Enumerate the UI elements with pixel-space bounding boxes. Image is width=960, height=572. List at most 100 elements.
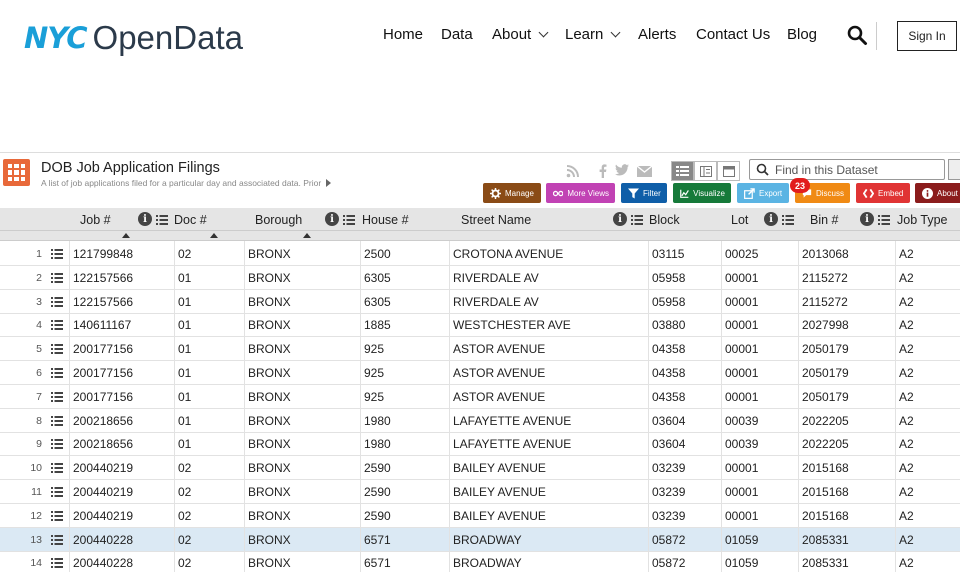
- cell-street-name[interactable]: CROTONA AVENUE: [453, 242, 563, 266]
- cell-bin-number[interactable]: 2015168: [802, 456, 849, 480]
- column-info-icon[interactable]: i: [138, 212, 152, 226]
- column-header-job-type[interactable]: Job Type: [897, 208, 948, 231]
- cell-lot[interactable]: 01059: [725, 528, 758, 552]
- search-icon[interactable]: [846, 24, 868, 46]
- column-info-icon[interactable]: i: [325, 212, 339, 226]
- table-row[interactable]: 5 200177156 01 BRONX 925 ASTOR AVENUE 04358 000…: [0, 337, 960, 362]
- cell-lot[interactable]: 00001: [725, 361, 758, 385]
- cell-block[interactable]: 05872: [652, 551, 685, 572]
- cell-lot[interactable]: 00001: [725, 313, 758, 337]
- cell-block[interactable]: 04358: [652, 337, 685, 361]
- cell-job-number[interactable]: 121799848: [73, 242, 133, 266]
- cell-bin-number[interactable]: 2085331: [802, 551, 849, 572]
- nyc-opendata-logo[interactable]: NYC OpenData: [24, 18, 243, 58]
- column-menu-icon[interactable]: [631, 213, 643, 225]
- cell-doc-number[interactable]: 02: [178, 242, 191, 266]
- cell-borough[interactable]: BRONX: [248, 313, 291, 337]
- sort-caret-icon[interactable]: [303, 233, 311, 238]
- table-row[interactable]: 2 122157566 01 BRONX 6305 RIVERDALE AV 05958 00…: [0, 266, 960, 290]
- cell-house-number[interactable]: 2590: [364, 456, 391, 480]
- cell-job-number[interactable]: 200440219: [73, 504, 133, 528]
- cell-borough[interactable]: BRONX: [248, 385, 291, 409]
- nav-blog[interactable]: Blog: [787, 26, 817, 43]
- cell-doc-number[interactable]: 01: [178, 290, 191, 314]
- cell-borough[interactable]: BRONX: [248, 361, 291, 385]
- twitter-icon[interactable]: [615, 164, 629, 176]
- cell-doc-number[interactable]: 02: [178, 456, 191, 480]
- table-row[interactable]: 3 122157566 01 BRONX 6305 RIVERDALE AV 05958 00…: [0, 290, 960, 314]
- table-row[interactable]: 4 140611167 01 BRONX 1885 WESTCHESTER AVE 0388…: [0, 313, 960, 338]
- cell-job-number[interactable]: 200177156: [73, 385, 133, 409]
- manage-button[interactable]: Manage: [483, 183, 541, 203]
- cell-bin-number[interactable]: 2115272: [802, 266, 848, 290]
- row-menu-icon[interactable]: [51, 319, 63, 331]
- cell-borough[interactable]: BRONX: [248, 504, 291, 528]
- cell-borough[interactable]: BRONX: [248, 290, 291, 314]
- cell-block[interactable]: 03115: [652, 242, 684, 266]
- table-row[interactable]: 10 200440219 02 BRONX 2590 BAILEY AVENUE 03239…: [0, 456, 960, 481]
- cell-lot[interactable]: 00001: [725, 337, 758, 361]
- table-row[interactable]: 6 200177156 01 BRONX 925 ASTOR AVENUE 04358 000…: [0, 361, 960, 385]
- cell-house-number[interactable]: 925: [364, 361, 384, 385]
- cell-house-number[interactable]: 2500: [364, 242, 391, 266]
- cell-street-name[interactable]: BROADWAY: [453, 551, 522, 572]
- cell-job-type[interactable]: A2: [899, 337, 914, 361]
- cell-job-type[interactable]: A2: [899, 432, 914, 456]
- expand-description-icon[interactable]: [326, 179, 332, 187]
- cell-doc-number[interactable]: 01: [178, 361, 191, 385]
- visualize-button[interactable]: Visualize: [673, 183, 731, 203]
- cell-job-number[interactable]: 200218656: [73, 432, 133, 456]
- cell-lot[interactable]: 00001: [725, 504, 758, 528]
- cell-doc-number[interactable]: 01: [178, 266, 191, 290]
- cell-street-name[interactable]: WESTCHESTER AVE: [453, 313, 571, 337]
- cell-doc-number[interactable]: 02: [178, 480, 191, 504]
- cell-bin-number[interactable]: 2015168: [802, 480, 849, 504]
- cell-job-type[interactable]: A2: [899, 385, 914, 409]
- cell-street-name[interactable]: BAILEY AVENUE: [453, 504, 546, 528]
- cell-borough[interactable]: BRONX: [248, 432, 291, 456]
- cell-job-type[interactable]: A2: [899, 480, 914, 504]
- column-menu-icon[interactable]: [782, 213, 794, 225]
- cell-job-type[interactable]: A2: [899, 361, 914, 385]
- cell-job-number[interactable]: 200440228: [73, 528, 133, 552]
- cell-bin-number[interactable]: 2022205: [802, 432, 849, 456]
- row-menu-icon[interactable]: [51, 391, 63, 403]
- cell-bin-number[interactable]: 2050179: [802, 385, 849, 409]
- cell-house-number[interactable]: 1885: [364, 313, 391, 337]
- cell-block[interactable]: 03880: [652, 313, 685, 337]
- cell-street-name[interactable]: ASTOR AVENUE: [453, 385, 545, 409]
- cell-job-type[interactable]: A2: [899, 504, 914, 528]
- card-view-button[interactable]: [694, 161, 717, 181]
- cell-bin-number[interactable]: 2085331: [802, 528, 849, 552]
- table-row[interactable]: 9 200218656 01 BRONX 1980 LAFAYETTE AVENUE 036…: [0, 432, 960, 457]
- table-row[interactable]: 11 200440219 02 BRONX 2590 BAILEY AVENUE 03239…: [0, 480, 960, 504]
- cell-job-number[interactable]: 200440219: [73, 480, 133, 504]
- cell-bin-number[interactable]: 2115272: [802, 290, 848, 314]
- cell-job-type[interactable]: A2: [899, 409, 914, 433]
- column-info-icon[interactable]: i: [860, 212, 874, 226]
- cell-doc-number[interactable]: 01: [178, 432, 191, 456]
- row-menu-icon[interactable]: [51, 272, 63, 284]
- cell-house-number[interactable]: 925: [364, 337, 384, 361]
- cell-job-number[interactable]: 140611167: [73, 313, 131, 337]
- cell-lot[interactable]: 00039: [725, 432, 758, 456]
- cell-block[interactable]: 03239: [652, 456, 685, 480]
- table-row[interactable]: 1 121799848 02 BRONX 2500 CROTONA AVENUE 03115…: [0, 242, 960, 266]
- cell-borough[interactable]: BRONX: [248, 242, 291, 266]
- cell-lot[interactable]: 00001: [725, 290, 758, 314]
- cell-doc-number[interactable]: 01: [178, 313, 191, 337]
- cell-job-number[interactable]: 200177156: [73, 361, 133, 385]
- row-menu-icon[interactable]: [51, 367, 63, 379]
- row-menu-icon[interactable]: [51, 462, 63, 474]
- cell-lot[interactable]: 00001: [725, 266, 758, 290]
- cell-street-name[interactable]: BROADWAY: [453, 528, 522, 552]
- cell-borough[interactable]: BRONX: [248, 409, 291, 433]
- cell-lot[interactable]: 00039: [725, 409, 758, 433]
- table-row[interactable]: 13 200440228 02 BRONX 6571 BROADWAY 05872 01059…: [0, 527, 960, 552]
- cell-doc-number[interactable]: 02: [178, 551, 191, 572]
- cell-block[interactable]: 05958: [652, 290, 685, 314]
- cell-job-number[interactable]: 200218656: [73, 409, 133, 433]
- table-row[interactable]: 14 200440228 02 BRONX 6571 BROADWAY 05872 01059…: [0, 551, 960, 572]
- cell-house-number[interactable]: 6305: [364, 290, 391, 314]
- column-menu-icon[interactable]: [156, 213, 168, 225]
